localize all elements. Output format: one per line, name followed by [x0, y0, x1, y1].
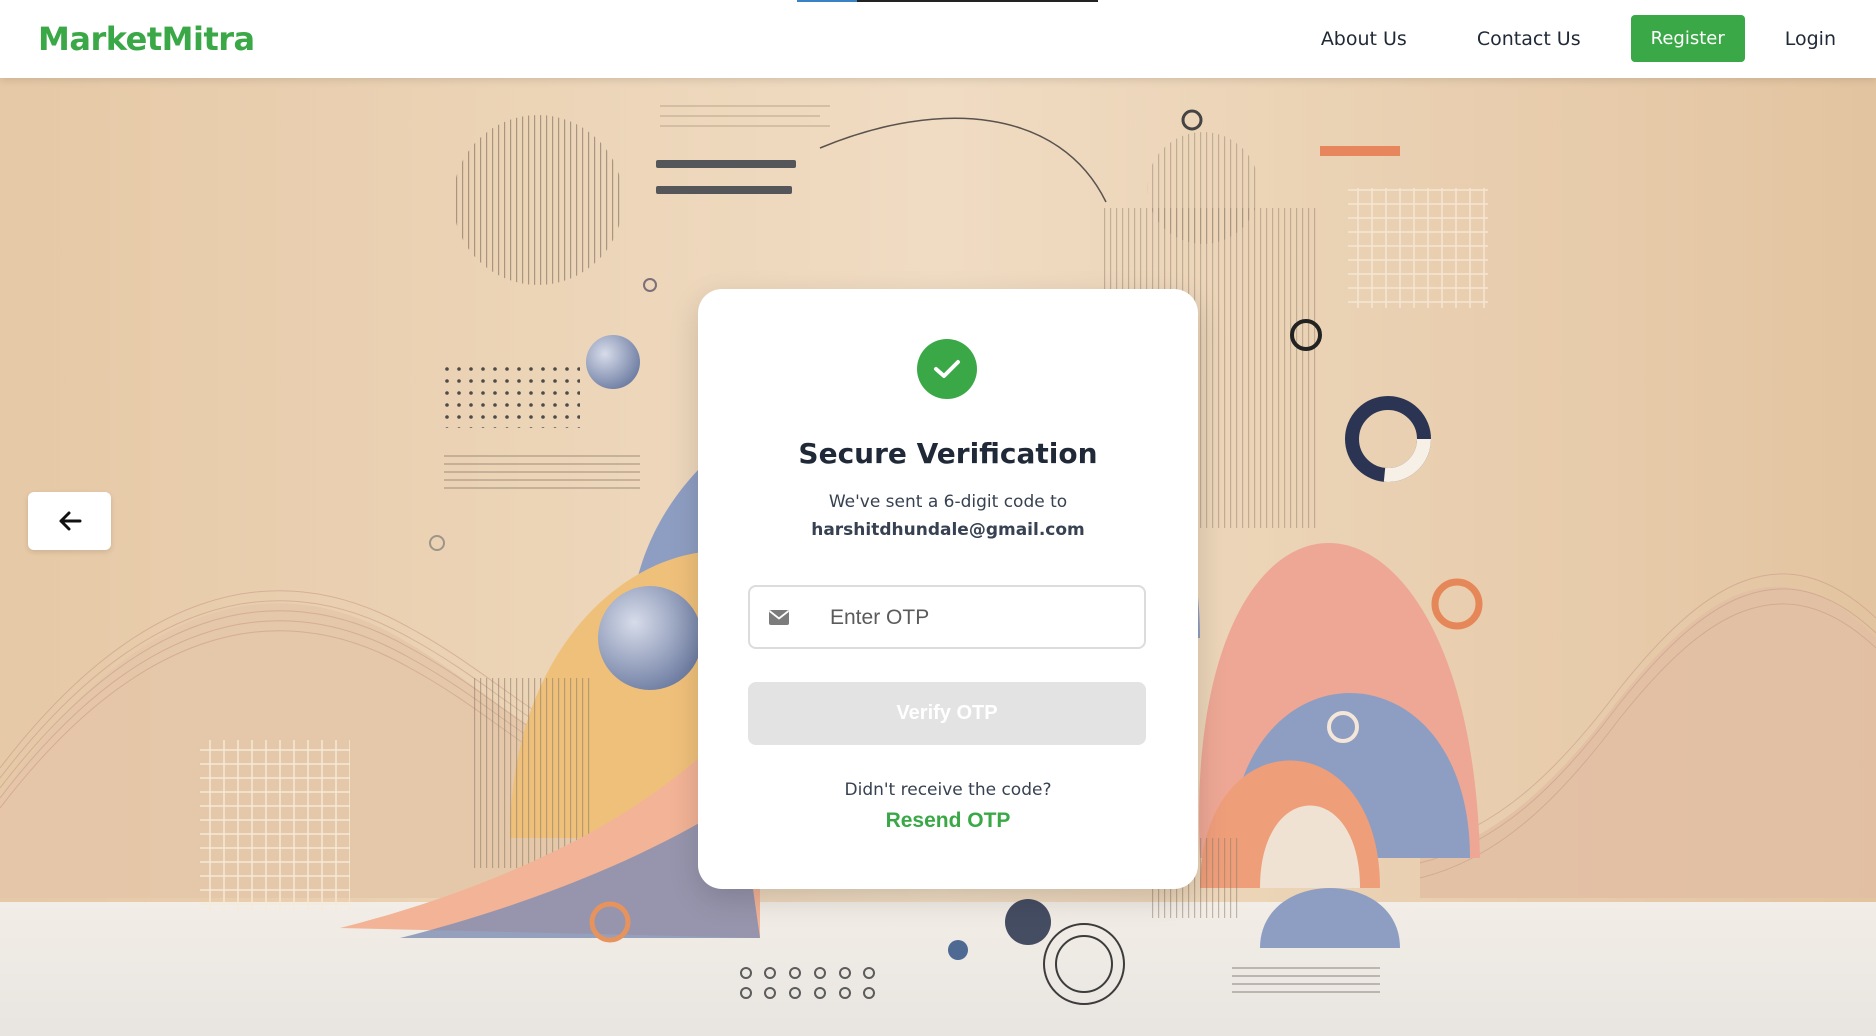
nav-links: About Us Contact Us Register Login	[1321, 15, 1836, 62]
verification-card: Secure Verification We've sent a 6-digit…	[698, 289, 1198, 889]
resend-otp-link[interactable]: Resend OTP	[698, 809, 1198, 833]
brand-logo[interactable]: MarketMitra	[38, 20, 255, 58]
code-sent-message: We've sent a 6-digit code to	[828, 492, 1068, 512]
page-title: Secure Verification	[798, 437, 1098, 470]
page-loading-bar-fill	[797, 0, 857, 2]
back-button[interactable]	[28, 492, 111, 550]
check-circle-icon	[917, 339, 977, 399]
nav-about-link[interactable]: About Us	[1321, 28, 1407, 50]
otp-input[interactable]	[828, 597, 1132, 639]
nav-contact-link[interactable]: Contact Us	[1477, 28, 1581, 50]
page-loading-bar	[797, 0, 1098, 2]
top-navbar: MarketMitra About Us Contact Us Register…	[0, 0, 1876, 78]
envelope-icon	[768, 609, 790, 631]
register-button[interactable]: Register	[1630, 15, 1745, 62]
otp-field[interactable]	[748, 585, 1146, 649]
recipient-email: harshitdhundale@gmail.com	[811, 520, 1085, 540]
resend-prompt: Didn't receive the code?	[844, 780, 1052, 800]
nav-login-link[interactable]: Login	[1785, 28, 1836, 50]
arrow-left-icon	[58, 510, 82, 532]
verify-otp-button[interactable]: Verify OTP	[748, 682, 1146, 745]
